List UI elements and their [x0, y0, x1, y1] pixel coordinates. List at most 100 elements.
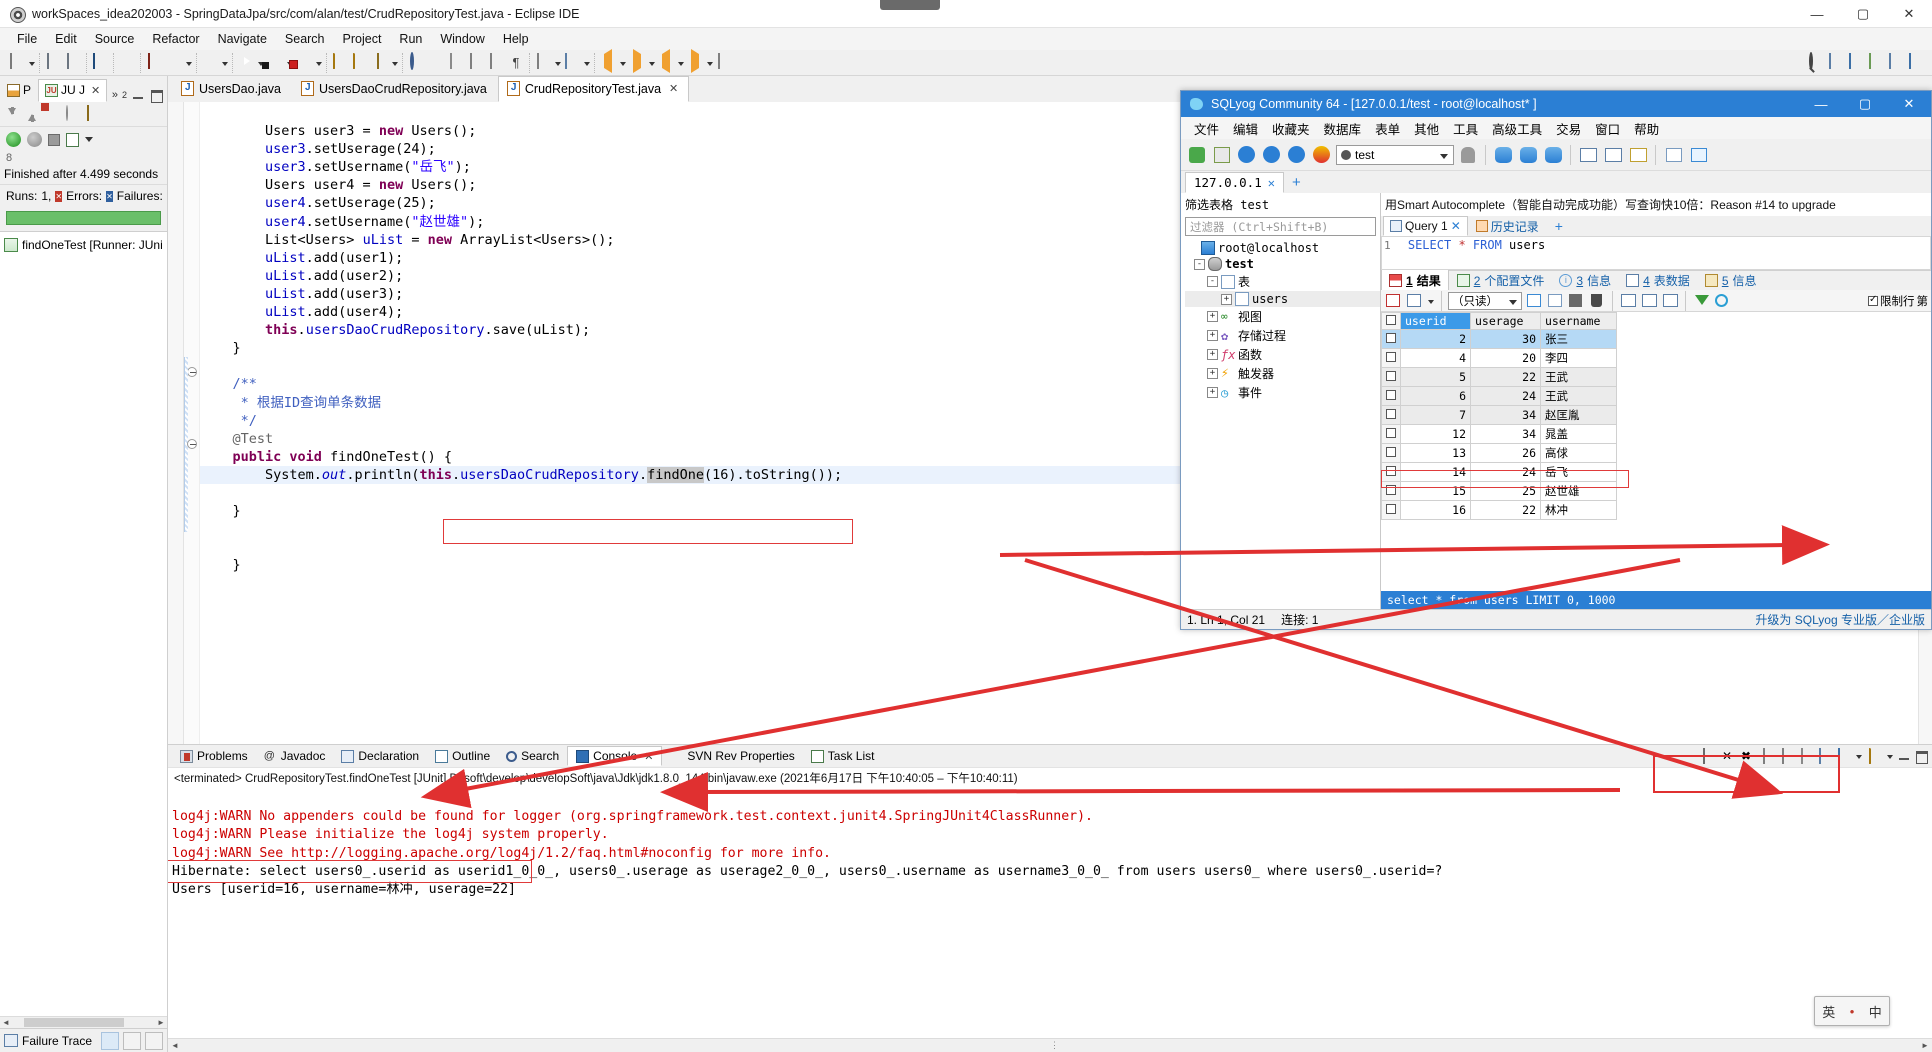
pin-console-icon[interactable]	[1797, 748, 1813, 764]
row-checkbox-cell[interactable]	[1381, 367, 1401, 387]
cell-userid[interactable]: 16	[1400, 500, 1471, 520]
terminate-icon[interactable]	[1702, 748, 1718, 764]
perspective-dropdown-icon[interactable]	[582, 54, 591, 72]
row-checkbox-cell[interactable]	[1381, 329, 1401, 349]
minimize-console-icon[interactable]	[1897, 749, 1911, 763]
refresh-icon[interactable]	[165, 54, 183, 72]
checkbox[interactable]	[1386, 333, 1396, 343]
lock-icon[interactable]	[84, 104, 101, 123]
sql-editor[interactable]: 1 SELECT * FROM users	[1381, 236, 1931, 270]
limit-rows-control[interactable]: 限制行 第	[1868, 293, 1928, 309]
bookmark-dropdown-icon[interactable]	[553, 54, 562, 72]
column-header-userage[interactable]: userage	[1470, 312, 1541, 330]
perspective-icon[interactable]	[563, 52, 581, 72]
checkbox[interactable]	[1386, 447, 1396, 457]
tab-messages[interactable]: 5 信息	[1698, 270, 1764, 291]
checkbox[interactable]	[1386, 390, 1396, 400]
rerun-failed-icon[interactable]	[27, 132, 42, 147]
fold-toggle-icon[interactable]	[187, 367, 197, 377]
cell-userid[interactable]: 5	[1400, 367, 1471, 387]
link-icon[interactable]	[447, 52, 465, 72]
compare-result-icon[interactable]	[123, 1031, 141, 1050]
cell-userage[interactable]: 22	[1470, 500, 1541, 520]
pilcrow-icon[interactable]: ¶	[507, 54, 525, 72]
refresh-grid-icon[interactable]	[1713, 292, 1731, 310]
grid-layout3-icon[interactable]	[1661, 292, 1679, 310]
tab-problems[interactable]: Problems	[172, 747, 256, 765]
sqlyog-menu-help[interactable]: 帮助	[1627, 117, 1666, 140]
sync-database-icon[interactable]	[1542, 144, 1564, 166]
open-folder-icon[interactable]	[331, 52, 349, 72]
cell-userid[interactable]: 12	[1400, 424, 1471, 444]
sqlyog-menu-edit[interactable]: 编辑	[1226, 117, 1265, 140]
scroll-left-icon[interactable]: ◄	[0, 1018, 12, 1027]
perspective-git-icon[interactable]	[1907, 52, 1925, 72]
sqlyog-menu-advanced-tools[interactable]: 高级工具	[1485, 117, 1549, 140]
menu-edit[interactable]: Edit	[46, 30, 86, 48]
run-profile-icon[interactable]	[295, 54, 313, 72]
select-all-checkbox-cell[interactable]	[1381, 312, 1401, 330]
debug-dropdown-icon[interactable]	[220, 54, 229, 72]
cell-username[interactable]: 王武	[1540, 386, 1617, 406]
column-header-userid[interactable]: userid	[1400, 312, 1471, 330]
menu-navigate[interactable]: Navigate	[209, 30, 276, 48]
expand-icon[interactable]: +	[1221, 293, 1232, 305]
search-icon[interactable]	[407, 51, 425, 72]
sqlyog-close-button[interactable]: ✕	[1887, 91, 1931, 117]
checkbox[interactable]	[1386, 371, 1396, 381]
scroll-right-icon[interactable]: ►	[1918, 1041, 1932, 1050]
menu-help[interactable]: Help	[494, 30, 538, 48]
filter-data-icon[interactable]	[1692, 292, 1710, 310]
tab-info[interactable]: i 3 信息	[1552, 270, 1618, 291]
tree-item-views[interactable]: + ∞ 视图	[1185, 307, 1380, 326]
menu-search[interactable]: Search	[276, 30, 334, 48]
view-menu-icon[interactable]	[85, 137, 93, 142]
close-button[interactable]: ✕	[1886, 0, 1932, 28]
tree-item-table-users[interactable]: + users	[1185, 291, 1380, 307]
perspective-ee-icon[interactable]	[1887, 52, 1905, 72]
doc2-icon[interactable]	[487, 52, 505, 72]
grid-layout2-icon[interactable]	[1640, 292, 1658, 310]
readonly-selector[interactable]: （只读）	[1448, 291, 1522, 310]
sqlyog-menu-form[interactable]: 表单	[1368, 117, 1407, 140]
new-icon[interactable]	[8, 52, 26, 72]
expand-icon[interactable]: +	[1207, 330, 1218, 341]
cell-userage[interactable]: 26	[1470, 443, 1541, 463]
close-icon[interactable]: ✕	[1268, 176, 1275, 190]
tab-declaration[interactable]: Declaration	[333, 747, 427, 765]
table-diagnostics-icon[interactable]	[1627, 144, 1649, 166]
maximize-view-icon[interactable]	[149, 88, 163, 102]
row-checkbox-cell[interactable]	[1381, 348, 1401, 368]
limit-checkbox[interactable]	[1868, 294, 1878, 306]
tab-profiles[interactable]: 2 个配置文件	[1450, 270, 1552, 291]
expand-icon[interactable]: +	[1207, 349, 1218, 360]
cell-userid[interactable]: 13	[1400, 443, 1471, 463]
new-dropdown-icon[interactable]	[27, 54, 36, 72]
cell-username[interactable]: 晁盖	[1540, 424, 1617, 444]
open-perspective-icon[interactable]	[1827, 52, 1845, 72]
cell-userage[interactable]: 22	[1470, 367, 1541, 387]
delete-row-icon[interactable]	[1588, 292, 1606, 310]
table-row-highlighted[interactable]: 16 22 林冲	[1381, 500, 1617, 520]
forward-icon[interactable]	[628, 48, 646, 73]
quick-access-icon[interactable]	[1807, 51, 1825, 72]
tab-outline[interactable]: Outline	[427, 747, 498, 765]
cell-userage[interactable]: 20	[1470, 348, 1541, 368]
cell-username[interactable]: 赵匡胤	[1540, 405, 1617, 425]
execute-current-icon[interactable]	[1286, 144, 1308, 166]
quick-fix-icon[interactable]	[118, 54, 136, 72]
checkbox[interactable]	[1386, 315, 1396, 325]
table-row[interactable]: 6 24 王武	[1381, 386, 1617, 406]
fold-toggle-icon[interactable]	[187, 439, 197, 449]
backup-database-icon[interactable]	[1492, 144, 1514, 166]
checkbox[interactable]	[1386, 352, 1396, 362]
previous-failure-icon[interactable]	[24, 106, 41, 123]
table-row[interactable]: 4 20 李四	[1381, 348, 1617, 368]
scroll-thumb[interactable]	[24, 1018, 124, 1027]
print-icon[interactable]	[91, 52, 109, 72]
run-icon[interactable]	[237, 54, 255, 72]
row-checkbox-cell[interactable]	[1381, 405, 1401, 425]
table-row[interactable]: 12 34 晁盖	[1381, 424, 1617, 444]
close-icon[interactable]: ✕	[669, 82, 678, 95]
table-info-icon[interactable]	[1602, 144, 1624, 166]
